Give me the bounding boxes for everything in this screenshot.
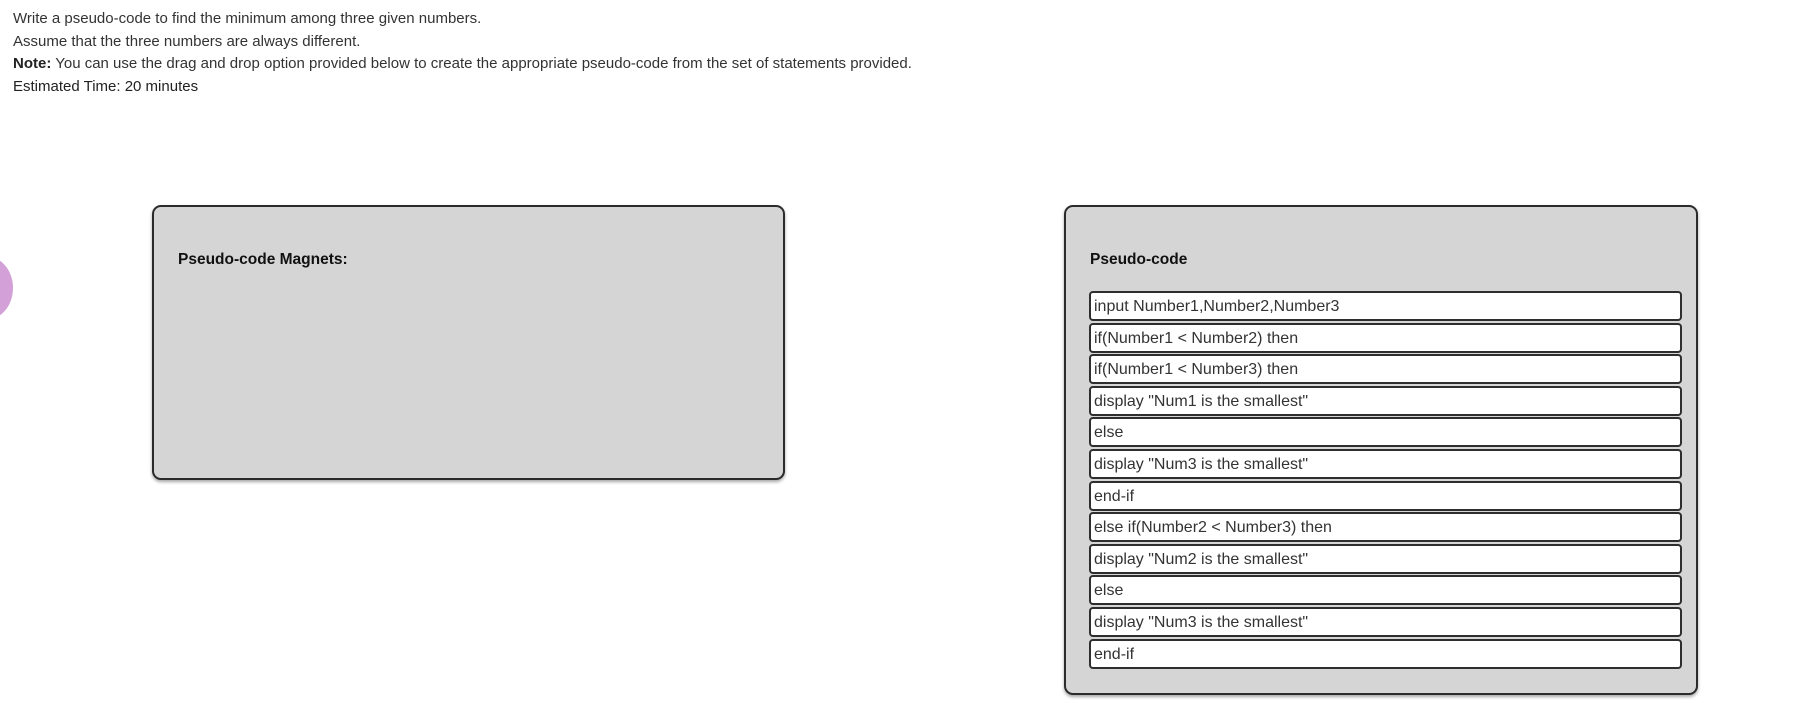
- code-line-magnet[interactable]: display "Num3 is the smallest": [1089, 448, 1682, 479]
- note-text: You can use the drag and drop option pro…: [51, 55, 912, 72]
- note-label: Note:: [13, 55, 52, 72]
- code-line-magnet[interactable]: display "Num3 is the smallest": [1089, 606, 1682, 637]
- pseudo-code-magnets-panel[interactable]: Pseudo-code Magnets:: [152, 205, 785, 480]
- code-line-magnet[interactable]: display "Num2 is the smallest": [1089, 543, 1682, 574]
- code-line-magnet[interactable]: display "Num1 is the smallest": [1089, 385, 1682, 416]
- code-line-magnet[interactable]: end-if: [1089, 480, 1682, 511]
- instruction-line-2: Assume that the three numbers are always…: [13, 32, 361, 50]
- instruction-line-1: Write a pseudo-code to find the minimum …: [13, 10, 482, 27]
- code-line-magnet[interactable]: else if(Number2 < Number3) then: [1089, 512, 1682, 543]
- side-handle[interactable]: [0, 257, 13, 319]
- code-line-magnet[interactable]: if(Number1 < Number3) then: [1089, 354, 1682, 385]
- code-line-list: input Number1,Number2,Number3 if(Number1…: [1089, 291, 1682, 670]
- estimated-time: Estimated Time: 20 minutes: [13, 77, 199, 95]
- code-panel-title: Pseudo-code: [1090, 251, 1188, 268]
- code-line-magnet[interactable]: end-if: [1089, 638, 1682, 669]
- code-line-magnet[interactable]: input Number1,Number2,Number3: [1089, 291, 1682, 321]
- instructions: Write a pseudo-code to find the minimum …: [13, 8, 912, 98]
- instruction-note: Note: You can use the drag and drop opti…: [13, 53, 912, 76]
- pseudo-code-panel: Pseudo-code input Number1,Number2,Number…: [1064, 205, 1698, 695]
- code-line-magnet[interactable]: if(Number1 < Number2) then: [1089, 322, 1682, 353]
- code-line-magnet[interactable]: else: [1089, 575, 1682, 606]
- magnets-panel-title: Pseudo-code Magnets:: [178, 251, 348, 268]
- code-line-magnet[interactable]: else: [1089, 417, 1682, 448]
